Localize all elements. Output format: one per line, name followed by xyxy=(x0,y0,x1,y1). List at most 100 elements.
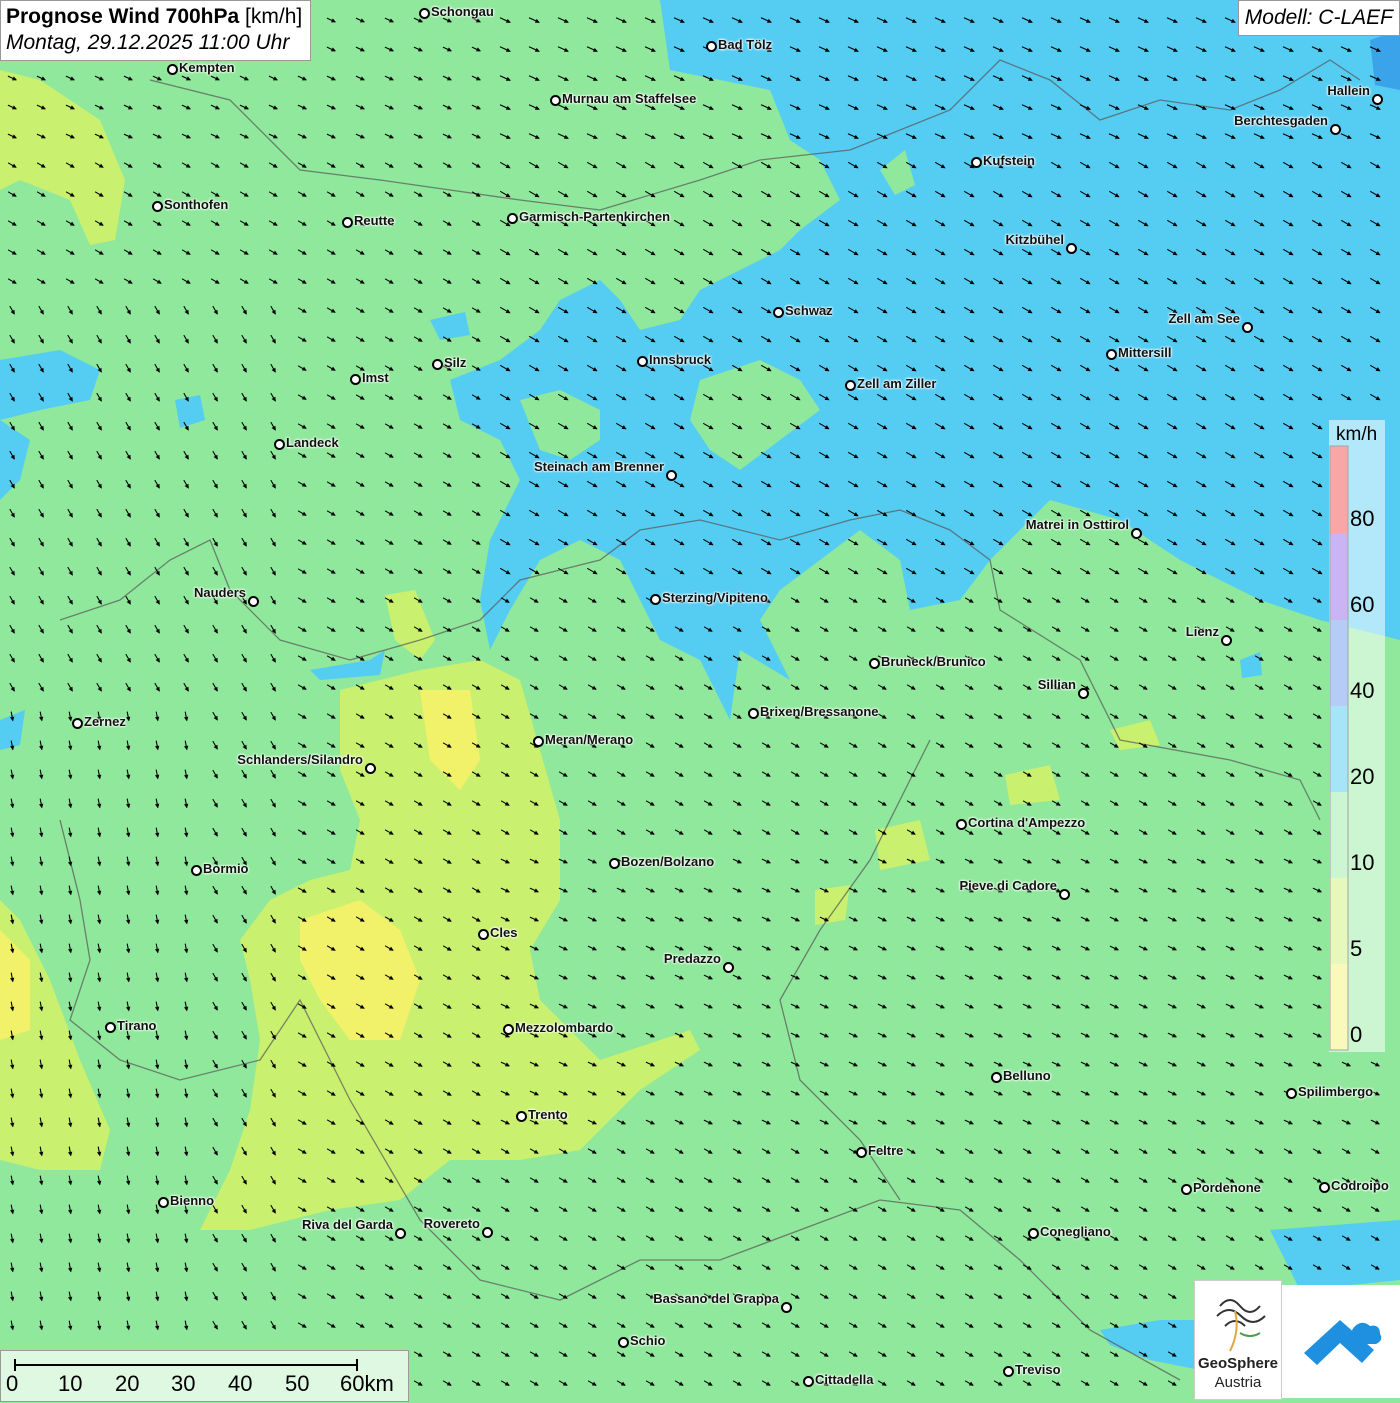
city-marker xyxy=(971,157,982,168)
city-marker xyxy=(342,217,353,228)
partner-logo[interactable] xyxy=(1282,1285,1400,1398)
city-label: Schio xyxy=(630,1333,666,1348)
city-label: Treviso xyxy=(1015,1362,1061,1377)
city-marker xyxy=(956,819,967,830)
scale-tick-label: 30 xyxy=(171,1371,196,1396)
city-marker xyxy=(1059,889,1070,900)
city-label: Zell am See xyxy=(1168,311,1240,326)
city-label: Lienz xyxy=(1185,624,1219,639)
legend-tick-label: 60 xyxy=(1350,592,1375,617)
logo-name-line2: Austria xyxy=(1214,1374,1262,1391)
city-label: Rovereto xyxy=(423,1216,480,1231)
city-label: Mezzolombardo xyxy=(515,1020,614,1035)
city-marker xyxy=(1078,688,1089,699)
city-marker xyxy=(666,470,677,481)
city-marker xyxy=(1066,243,1077,254)
city-label: Kitzbühel xyxy=(1005,232,1065,247)
city-label: Garmisch-Partenkirchen xyxy=(519,209,671,224)
city-marker xyxy=(419,8,430,19)
city-label: Bienno xyxy=(170,1193,215,1208)
city-label: Spilimbergo xyxy=(1298,1084,1374,1099)
city-marker xyxy=(191,865,202,876)
city-label: Cortina d'Ampezzo xyxy=(968,815,1086,830)
city-marker xyxy=(650,594,661,605)
city-marker xyxy=(274,439,285,450)
city-marker xyxy=(781,1302,792,1313)
city-label: Schongau xyxy=(431,4,494,19)
city-marker xyxy=(158,1197,169,1208)
scale-tick-label: 40 xyxy=(228,1371,253,1396)
city-marker xyxy=(1372,94,1383,105)
scale-tick-label: 60km xyxy=(340,1371,394,1396)
legend-tick-label: 40 xyxy=(1350,678,1375,703)
logo-name-line1: GeoSphere xyxy=(1197,1355,1279,1372)
city-marker xyxy=(350,374,361,385)
city-label: Sterzing/Vipiteno xyxy=(662,590,768,605)
city-label: Cittadella xyxy=(815,1372,874,1387)
city-label: Tirano xyxy=(117,1018,157,1033)
city-label: Silz xyxy=(444,355,467,370)
city-label: Bruneck/Brunico xyxy=(881,654,986,669)
city-label: Sillian xyxy=(1037,677,1076,692)
scale-tick-label: 0 xyxy=(6,1371,19,1396)
city-marker xyxy=(845,380,856,391)
city-label: Codroipo xyxy=(1331,1178,1389,1193)
city-label: Pieve di Cadore xyxy=(959,878,1057,893)
city-label: Hallein xyxy=(1327,83,1370,98)
city-label: Feltre xyxy=(868,1143,904,1158)
city-marker xyxy=(550,95,561,106)
city-marker xyxy=(1286,1088,1297,1099)
city-label: Zernez xyxy=(84,714,126,729)
legend-unit: km/h xyxy=(1336,424,1378,445)
city-label: Bassano del Grappa xyxy=(653,1291,779,1306)
city-marker xyxy=(1221,635,1232,646)
city-label: Bozen/Bolzano xyxy=(621,854,715,869)
city-marker xyxy=(1242,322,1253,333)
city-label: Reutte xyxy=(354,213,395,228)
city-marker xyxy=(1131,528,1142,539)
city-marker xyxy=(706,41,717,52)
city-marker xyxy=(637,356,648,367)
city-marker xyxy=(609,858,620,869)
city-marker xyxy=(773,307,784,318)
city-label: Kempten xyxy=(179,60,235,75)
legend-tick-label: 20 xyxy=(1350,764,1375,789)
city-marker xyxy=(167,64,178,75)
scale-tick-label: 20 xyxy=(115,1371,140,1396)
city-label: Murnau am Staffelsee xyxy=(562,91,697,106)
city-marker xyxy=(72,718,83,729)
mountain-cloud-icon xyxy=(1304,1320,1382,1365)
city-label: Belluno xyxy=(1003,1068,1051,1083)
city-marker xyxy=(803,1376,814,1387)
city-marker xyxy=(1330,124,1341,135)
city-label: Zell am Ziller xyxy=(857,376,937,391)
city-marker xyxy=(1003,1366,1014,1377)
city-marker xyxy=(516,1111,527,1122)
city-label: Conegliano xyxy=(1040,1224,1111,1239)
forecast-datetime: Montag, 29.12.2025 11:00 Uhr xyxy=(6,31,290,54)
city-marker xyxy=(1181,1184,1192,1195)
city-label: Bad Tölz xyxy=(718,37,773,52)
city-label: Riva del Garda xyxy=(301,1217,393,1232)
scale-tick-label: 50 xyxy=(285,1371,310,1396)
city-marker xyxy=(105,1022,116,1033)
legend-tick-label: 80 xyxy=(1350,506,1375,531)
scale-tick-label: 10 xyxy=(58,1371,83,1396)
city-label: Berchtesgaden xyxy=(1234,113,1328,128)
legend-tick-label: 0 xyxy=(1350,1022,1363,1047)
city-marker xyxy=(723,962,734,973)
city-label: Pordenone xyxy=(1193,1180,1261,1195)
city-marker xyxy=(507,213,518,224)
city-label: Predazzo xyxy=(663,951,721,966)
city-label: Innsbruck xyxy=(649,352,712,367)
city-marker xyxy=(395,1228,406,1239)
city-marker xyxy=(748,708,759,719)
city-marker xyxy=(432,359,443,370)
city-label: Meran/Merano xyxy=(545,732,634,747)
city-marker xyxy=(482,1227,493,1238)
city-marker xyxy=(1319,1182,1330,1193)
city-label: Sonthofen xyxy=(164,197,229,212)
city-marker xyxy=(618,1337,629,1348)
city-label: Schwaz xyxy=(785,303,833,318)
city-label: Steinach am Brenner xyxy=(533,459,664,474)
